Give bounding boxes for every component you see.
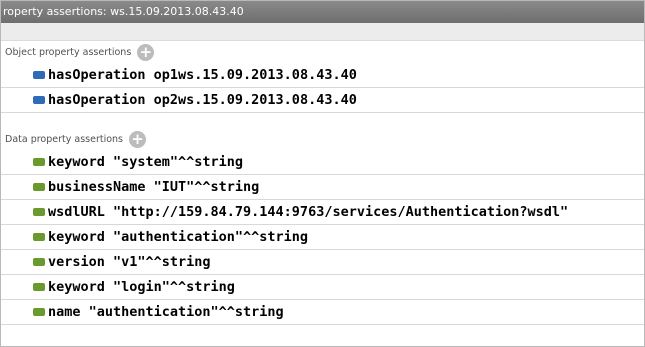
assertion-property: businessName <box>48 179 146 195</box>
property-assertions-panel: roperty assertions: ws.15.09.2013.08.43.… <box>0 0 645 347</box>
assertion-value: "system"^^string <box>113 154 244 170</box>
add-data-property-icon[interactable]: + <box>129 130 147 148</box>
data-assertion-row[interactable]: name "authentication"^^string <box>1 300 644 325</box>
assertion-property: hasOperation <box>48 67 146 83</box>
object-assertion-row[interactable]: hasOperation op2ws.15.09.2013.08.43.40 <box>1 88 644 113</box>
data-property-icon <box>33 183 45 191</box>
assertion-value: "authentication"^^string <box>88 304 284 320</box>
object-property-icon <box>33 96 45 104</box>
object-assertion-row[interactable]: hasOperation op1ws.15.09.2013.08.43.40 <box>1 63 644 88</box>
data-assertion-row[interactable]: keyword "authentication"^^string <box>1 225 644 250</box>
assertion-property: keyword <box>48 154 105 170</box>
data-property-icon <box>33 233 45 241</box>
data-assertion-row[interactable]: keyword "login"^^string <box>1 275 644 300</box>
object-section-label: Object property assertions <box>5 46 132 58</box>
data-assertion-row[interactable]: version "v1"^^string <box>1 250 644 275</box>
assertion-property: wsdlURL <box>48 204 105 220</box>
panel-title: roperty assertions: ws.15.09.2013.08.43.… <box>1 1 644 23</box>
data-property-icon <box>33 258 45 266</box>
assertion-value: "v1"^^string <box>113 254 211 270</box>
assertion-property: keyword <box>48 279 105 295</box>
data-property-icon <box>33 283 45 291</box>
data-assertion-row[interactable]: wsdlURL "http://159.84.79.144:9763/servi… <box>1 200 644 225</box>
data-assertion-row[interactable]: keyword "system"^^string <box>1 150 644 175</box>
data-property-icon <box>33 208 45 216</box>
assertion-value: "http://159.84.79.144:9763/services/Auth… <box>113 204 569 220</box>
data-property-icon <box>33 308 45 316</box>
assertion-value: op1ws.15.09.2013.08.43.40 <box>153 67 357 83</box>
data-section-label: Data property assertions <box>5 133 124 145</box>
assertion-value: op2ws.15.09.2013.08.43.40 <box>153 92 357 108</box>
data-property-icon <box>33 158 45 166</box>
data-assertion-row[interactable]: businessName "IUT"^^string <box>1 175 644 200</box>
assertion-property: version <box>48 254 105 270</box>
assertion-value: "IUT"^^string <box>153 179 260 195</box>
assertion-value: "authentication"^^string <box>113 229 309 245</box>
object-property-assertions-header: Object property assertions + <box>1 41 644 63</box>
assertion-property: keyword <box>48 229 105 245</box>
assertion-property: name <box>48 304 81 320</box>
add-object-property-icon[interactable]: + <box>137 43 155 61</box>
object-property-icon <box>33 71 45 79</box>
assertion-property: hasOperation <box>48 92 146 108</box>
data-property-assertions-header: Data property assertions + <box>1 128 644 150</box>
panel-subheader <box>1 23 644 41</box>
assertion-value: "login"^^string <box>113 279 235 295</box>
